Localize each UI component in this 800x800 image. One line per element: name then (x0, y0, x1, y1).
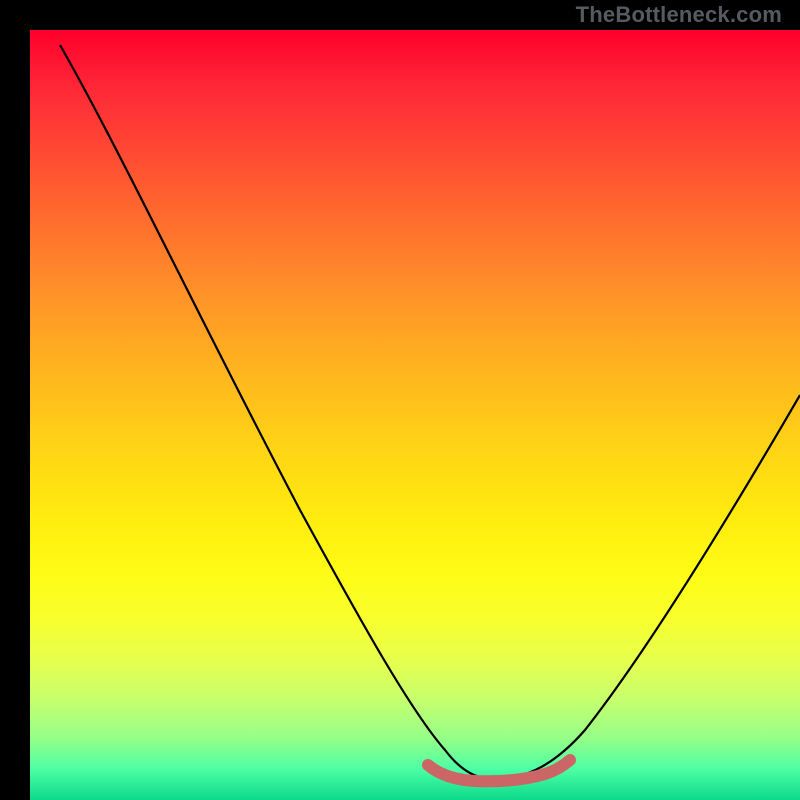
bottleneck-curve (60, 45, 800, 779)
chart-frame (15, 15, 785, 785)
watermark-text: TheBottleneck.com (576, 4, 782, 26)
plot-area (30, 30, 800, 800)
curve-overlay (30, 30, 800, 800)
